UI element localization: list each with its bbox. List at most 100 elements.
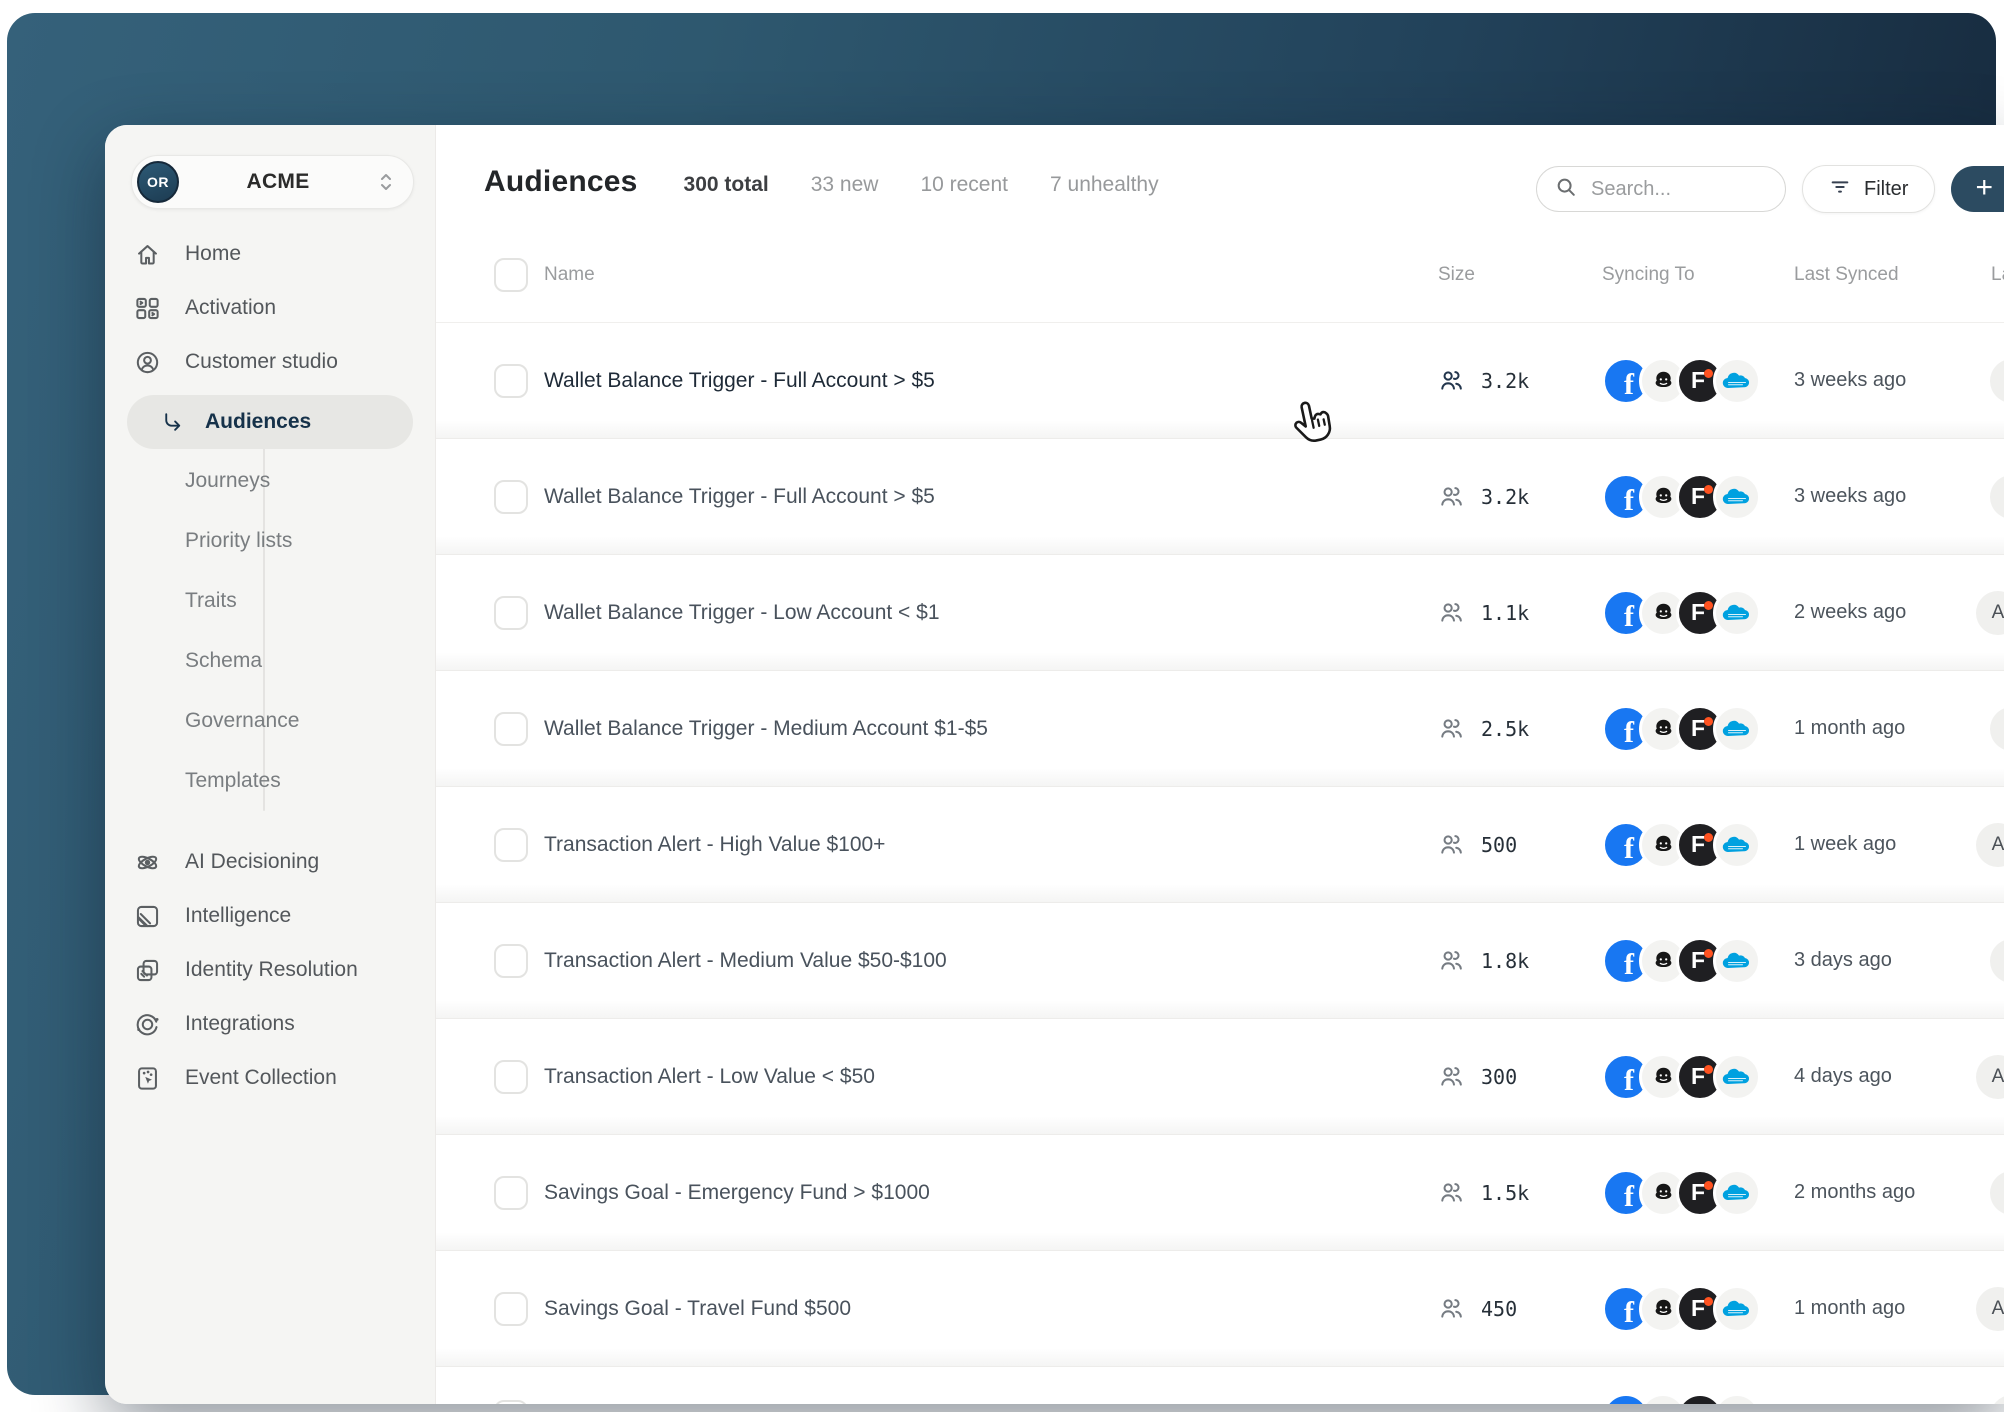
row-checkbox[interactable] bbox=[494, 711, 528, 746]
table-row[interactable]: Savings Goal - Travel Fund $500 450 f F 1 mo… bbox=[436, 1232, 2004, 1366]
row-last-synced-cell: 2 months ago bbox=[1739, 1181, 1921, 1204]
row-checkbox[interactable] bbox=[494, 1399, 528, 1404]
row-checkbox[interactable] bbox=[494, 943, 528, 978]
label-badge[interactable]: A bbox=[1990, 358, 2004, 403]
row-checkbox[interactable] bbox=[494, 827, 528, 862]
label-badge[interactable]: A bbox=[1990, 1394, 2004, 1404]
audience-size-icon bbox=[1438, 1179, 1465, 1206]
label-badge[interactable]: A bbox=[1990, 938, 2004, 983]
row-syncing-cell: fF bbox=[1547, 1052, 1761, 1101]
row-name-cell: Savings Goal - Travel Fund $500 bbox=[544, 1297, 1402, 1321]
table-row[interactable]: Savings Goal - Emergency Fund > $1000 1.5… bbox=[436, 1116, 2004, 1250]
page-header: Audiences 300 total 33 new 10 recent 7 unhe… bbox=[484, 165, 1159, 199]
f-logo-orange-dot bbox=[1704, 1296, 1713, 1306]
row-size-cell: 3.2k bbox=[1402, 367, 1547, 394]
sidebar-item-label: Templates bbox=[185, 769, 281, 792]
org-switcher[interactable]: OR ACME bbox=[131, 155, 414, 209]
table-row[interactable]: Wallet Balance Trigger - Full Account > … bbox=[436, 323, 2004, 438]
main-panel: Audiences 300 total 33 new 10 recent 7 unhe… bbox=[436, 125, 2004, 1404]
row-checkbox-cell bbox=[494, 1291, 544, 1326]
salesforce-icon bbox=[1713, 588, 1761, 637]
sidebar-item-activation[interactable]: Activation bbox=[105, 281, 435, 335]
table-row[interactable]: Savings Goal - Retirement Fund > $10001.… bbox=[436, 1348, 2004, 1404]
sidebar-item-event-collection[interactable]: Event Collection bbox=[105, 1051, 435, 1105]
select-all-checkbox[interactable] bbox=[494, 258, 528, 292]
audience-name[interactable]: Wallet Balance Trigger - Full Account > … bbox=[544, 369, 935, 392]
audience-name[interactable]: Savings Goal - Emergency Fund > $1000 bbox=[544, 1181, 930, 1204]
row-last-synced-cell: 1 month ago bbox=[1739, 717, 1921, 740]
last-synced-value: 2 months ago bbox=[1794, 1181, 1916, 1203]
search-input[interactable] bbox=[1589, 176, 1763, 202]
audience-size-value: 1.8k bbox=[1481, 948, 1530, 973]
audience-name[interactable]: Wallet Balance Trigger - Medium Account … bbox=[544, 717, 988, 740]
sidebar-item-audiences[interactable]: Audiences bbox=[127, 395, 413, 449]
sidebar-item-customer-studio[interactable]: Customer studio bbox=[105, 335, 435, 389]
row-size-cell: 3.2k bbox=[1402, 483, 1547, 510]
audience-name[interactable]: Transaction Alert - High Value $100+ bbox=[544, 833, 885, 856]
label-badge[interactable]: A bbox=[1990, 1170, 2004, 1215]
sidebar-item-journeys[interactable]: Journeys bbox=[105, 451, 435, 511]
sidebar-item-home[interactable]: Home bbox=[105, 227, 435, 281]
sidebar-item-intelligence[interactable]: Intelligence bbox=[105, 889, 435, 943]
sidebar-item-traits[interactable]: Traits bbox=[105, 571, 435, 631]
table-row[interactable]: Wallet Balance Trigger - Full Account > … bbox=[436, 420, 2004, 554]
sidebar-item-templates[interactable]: Templates bbox=[105, 751, 435, 811]
filter-button[interactable]: Filter bbox=[1802, 165, 1936, 213]
search-icon bbox=[1555, 176, 1577, 203]
label-badge[interactable]: A bbox=[1976, 590, 2004, 635]
label-badge[interactable]: A bbox=[1990, 706, 2004, 751]
row-name-cell: Savings Goal - Emergency Fund > $1000 bbox=[544, 1181, 1402, 1205]
row-syncing-cell: fF bbox=[1547, 820, 1761, 869]
filter-label: Filter bbox=[1864, 177, 1909, 200]
table-row[interactable]: Transaction Alert - Low Value < $50 300 f F… bbox=[436, 1000, 2004, 1134]
audience-name[interactable]: Transaction Alert - Medium Value $50-$10… bbox=[544, 949, 947, 972]
page-title: Audiences bbox=[484, 165, 638, 198]
f-logo-glyph: F bbox=[1690, 715, 1706, 741]
sidebar-item-identity-resolution[interactable]: Identity Resolution bbox=[105, 943, 435, 997]
row-badge-cell: A bbox=[1921, 1054, 2004, 1099]
label-badge[interactable]: A bbox=[1976, 1054, 2004, 1099]
customer-studio-icon bbox=[132, 347, 162, 377]
last-synced-value: 3 weeks ago bbox=[1794, 369, 1907, 391]
row-checkbox[interactable] bbox=[494, 479, 528, 514]
table-row[interactable]: Transaction Alert - High Value $100+ 500 f… bbox=[436, 768, 2004, 902]
audience-name[interactable]: Wallet Balance Trigger - Low Account < $… bbox=[544, 601, 940, 624]
label-badge[interactable]: A bbox=[1976, 1286, 2004, 1331]
sidebar-item-label: Event Collection bbox=[185, 1066, 337, 1089]
sidebar-item-integrations[interactable]: Integrations bbox=[105, 997, 435, 1051]
audience-size-value: 450 bbox=[1481, 1296, 1518, 1321]
table-row[interactable]: Wallet Balance Trigger - Low Account < $… bbox=[436, 536, 2004, 670]
last-synced-value: 1 week ago bbox=[1794, 833, 1897, 855]
sidebar-item-schema[interactable]: Schema bbox=[105, 631, 435, 691]
row-checkbox[interactable] bbox=[494, 363, 528, 398]
audience-name[interactable]: Wallet Balance Trigger - Full Account > … bbox=[544, 485, 935, 508]
sidebar-item-ai-decisioning[interactable]: AI Decisioning bbox=[105, 835, 435, 889]
label-badge[interactable]: A bbox=[1976, 822, 2004, 867]
row-checkbox[interactable] bbox=[494, 1175, 528, 1210]
f-logo-glyph: F bbox=[1690, 599, 1706, 625]
column-header-labels: La bbox=[1991, 264, 2004, 285]
salesforce-icon bbox=[1713, 356, 1761, 405]
audience-size-icon bbox=[1438, 1295, 1465, 1322]
label-badge[interactable]: A bbox=[1990, 474, 2004, 519]
row-checkbox[interactable] bbox=[494, 595, 528, 630]
sidebar-item-priority-lists[interactable]: Priority lists bbox=[105, 511, 435, 571]
row-checkbox[interactable] bbox=[494, 1291, 528, 1326]
audience-size-value: 300 bbox=[1481, 1064, 1518, 1089]
search-box[interactable] bbox=[1536, 166, 1786, 212]
row-size-cell: 1.8k bbox=[1402, 947, 1547, 974]
audience-size-icon bbox=[1438, 367, 1465, 394]
table-row[interactable]: Wallet Balance Trigger - Medium Account … bbox=[436, 652, 2004, 786]
sidebar-item-governance[interactable]: Governance bbox=[105, 691, 435, 751]
row-size-cell: 500 bbox=[1402, 831, 1547, 858]
facebook-f-glyph: f bbox=[1624, 831, 1634, 865]
audience-name[interactable]: Savings Goal - Travel Fund $500 bbox=[544, 1297, 851, 1320]
audience-name[interactable]: Transaction Alert - Low Value < $50 bbox=[544, 1065, 875, 1088]
table-row[interactable]: Transaction Alert - Medium Value $50-$10… bbox=[436, 884, 2004, 1018]
create-audience-button[interactable]: + C bbox=[1951, 166, 2004, 212]
row-checkbox[interactable] bbox=[494, 1059, 528, 1094]
f-logo-orange-dot bbox=[1704, 716, 1713, 726]
sidebar-item-label: Journeys bbox=[185, 469, 271, 492]
sidebar-section-gap bbox=[105, 811, 435, 835]
row-checkbox-cell bbox=[494, 363, 544, 398]
